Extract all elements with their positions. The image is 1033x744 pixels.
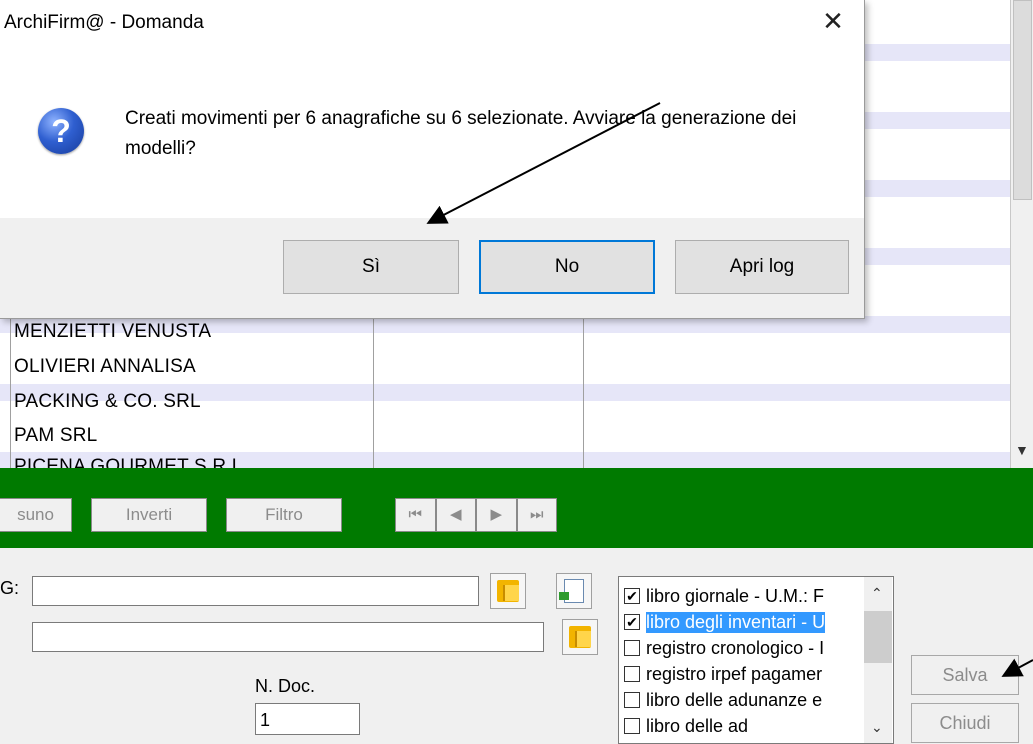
scrollbar-thumb[interactable] <box>1013 0 1032 200</box>
ndoc-label: N. Doc. <box>255 676 316 696</box>
checklist-item[interactable]: ✔ libro degli inventari - U <box>624 610 859 634</box>
checklist-item-label: registro cronologico - I <box>646 637 825 658</box>
import-document-button[interactable] <box>556 573 592 609</box>
checkbox-icon[interactable] <box>624 666 640 682</box>
scroll-up-icon[interactable]: ⌃ <box>871 585 883 602</box>
checklist-item[interactable]: registro irpef pagamer <box>624 662 859 686</box>
grid-row-name[interactable]: OLIVIERI ANNALISA <box>14 356 196 378</box>
inverti-button[interactable]: Inverti <box>91 498 207 532</box>
scrollbar-thumb[interactable] <box>864 611 892 663</box>
checkbox-checked-icon[interactable]: ✔ <box>624 614 640 630</box>
folder-icon <box>569 626 591 648</box>
grid-row-name[interactable]: PAM SRL <box>14 425 97 447</box>
checklist-item-label: libro degli inventari - U <box>646 611 826 633</box>
checklist-item[interactable]: libro delle adunanze e <box>624 688 859 712</box>
field1-label: G: <box>0 578 20 598</box>
checklist-item-label: libro giornale - U.M.: F <box>646 585 825 606</box>
checkbox-icon[interactable] <box>624 692 640 708</box>
grid-row-name[interactable]: PICENA GOURMET S.R.L. <box>14 456 248 468</box>
checklist-item-label: libro delle adunanze e <box>646 689 823 710</box>
filtro-button[interactable]: Filtro <box>226 498 342 532</box>
dialog-message: Creati movimenti per 6 anagrafiche su 6 … <box>125 108 797 159</box>
open-log-button[interactable]: Apri log <box>675 240 849 294</box>
checklist-item-label: registro irpef pagamer <box>646 663 823 684</box>
question-dialog: ArchiFirm@ - Domanda ✕ ? Creati moviment… <box>0 0 865 319</box>
checklist-scrollbar[interactable]: ⌃ ⌄ <box>864 577 892 743</box>
document-icon <box>559 579 584 603</box>
close-icon[interactable]: ✕ <box>818 6 848 36</box>
grid-row-name[interactable]: MENZIETTI VENUSTA <box>14 321 211 343</box>
scroll-down-icon[interactable]: ⌄ <box>871 719 883 736</box>
path-input-1[interactable] <box>32 576 479 606</box>
checklist-item[interactable]: registro cronologico - I <box>624 636 859 660</box>
checkbox-icon[interactable] <box>624 718 640 734</box>
checkbox-icon[interactable] <box>624 640 640 656</box>
last-record-icon[interactable]: ⏭ <box>516 498 557 532</box>
browse-folder-button-2[interactable] <box>562 619 598 655</box>
next-record-icon[interactable]: ▶ <box>476 498 517 532</box>
nessuno-button[interactable]: suno <box>0 498 72 532</box>
path-input-2[interactable] <box>32 622 544 652</box>
grid-vertical-scrollbar[interactable]: ▼ <box>1010 0 1033 468</box>
grid-row-name[interactable]: PACKING & CO. SRL <box>14 391 201 413</box>
question-icon: ? <box>38 108 84 154</box>
dialog-title: ArchiFirm@ - Domanda <box>4 12 204 33</box>
first-record-icon[interactable]: ⏮ <box>395 498 436 532</box>
checklist-item[interactable]: libro delle ad <box>624 714 859 738</box>
scroll-down-icon[interactable]: ▼ <box>1015 442 1029 458</box>
yes-button[interactable]: Sì <box>283 240 459 294</box>
browse-folder-button[interactable] <box>490 573 526 609</box>
no-button[interactable]: No <box>479 240 655 294</box>
checklist-item-label: libro delle ad <box>646 715 749 736</box>
chiudi-button[interactable]: Chiudi <box>911 703 1019 743</box>
record-navigator: ⏮ ◀ ▶ ⏭ <box>395 498 557 532</box>
prev-record-icon[interactable]: ◀ <box>435 498 476 532</box>
checklist-item[interactable]: ✔ libro giornale - U.M.: F <box>624 584 859 608</box>
folder-icon <box>497 580 519 602</box>
selection-toolbar: suno Inverti Filtro ⏮ ◀ ▶ ⏭ <box>0 468 1033 548</box>
salva-button[interactable]: Salva <box>911 655 1019 695</box>
checkbox-checked-icon[interactable]: ✔ <box>624 588 640 604</box>
ndoc-input[interactable]: 1 <box>255 703 360 735</box>
